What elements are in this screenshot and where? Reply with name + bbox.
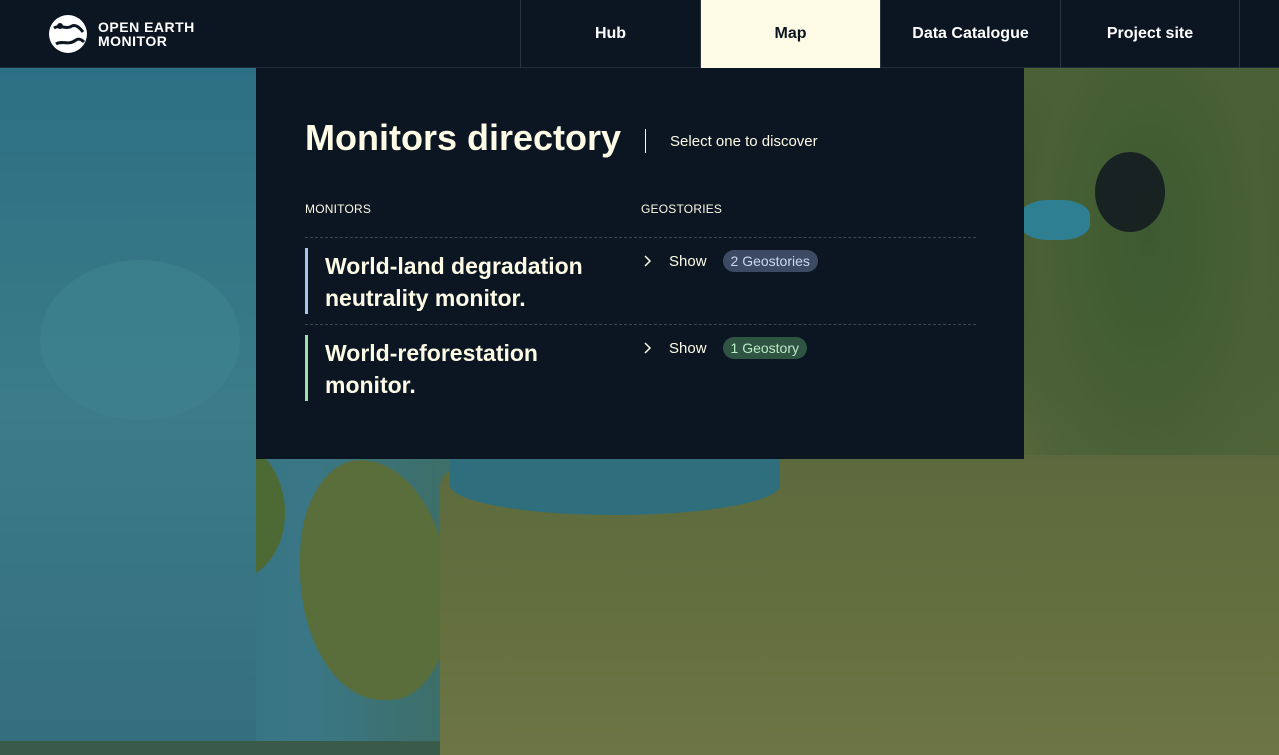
geostories-toggle[interactable]: Show 2 Geostories [641, 250, 818, 272]
logo-line-2: MONITOR [98, 33, 168, 49]
monitor-accent-bar [305, 248, 308, 314]
show-geostories-label[interactable]: Show [669, 340, 707, 357]
panel-subtitle: Select one to discover [670, 132, 818, 150]
map-britain [300, 460, 450, 700]
top-navigation-bar: OPEN EARTH MONITOR Hub Map Data Catalogu… [0, 0, 1279, 68]
logo-line-1: OPEN EARTH [98, 19, 195, 35]
chevron-right-icon [644, 342, 652, 354]
geostories-toggle[interactable]: Show 1 Geostory [641, 337, 808, 359]
map-ocean-shelf [40, 260, 240, 420]
monitor-row: World-land degradation neutrality monito… [305, 237, 976, 324]
globe-logo-icon [49, 15, 87, 53]
main-nav: Hub Map Data Catalogue Project site [520, 0, 1240, 68]
monitor-row: World-reforestation monitor. Show 1 Geos… [305, 324, 976, 411]
nav-hub[interactable]: Hub [520, 0, 700, 68]
column-header-geostories: GEOSTORIES [641, 202, 723, 216]
panel-title: Monitors directory [305, 117, 622, 158]
map-lake [1095, 152, 1165, 232]
header-divider [645, 129, 647, 153]
open-earth-monitor-logo[interactable]: OPEN EARTH MONITOR [48, 14, 195, 54]
monitor-name-link[interactable]: World-reforestation monitor. [325, 337, 625, 401]
geostories-count-badge: 1 Geostory [722, 337, 808, 359]
map-terrain-north [1020, 68, 1279, 488]
monitors-list: World-land degradation neutrality monito… [305, 237, 976, 411]
panel-header: Monitors directory Select one to discove… [305, 116, 818, 160]
chevron-right-icon [644, 255, 652, 267]
map-north-sea [450, 455, 780, 515]
monitor-accent-bar [305, 335, 308, 401]
monitor-name-link[interactable]: World-land degradation neutrality monito… [325, 250, 625, 314]
geostories-count-badge: 2 Geostories [722, 250, 818, 272]
nav-project-site[interactable]: Project site [1060, 0, 1240, 68]
column-header-monitors: MONITORS [305, 202, 372, 216]
map-sea-inlet [1020, 200, 1090, 240]
monitors-directory-panel: Monitors directory Select one to discove… [256, 68, 1024, 459]
logo-text: OPEN EARTH MONITOR [98, 20, 195, 48]
nav-map[interactable]: Map [700, 0, 880, 68]
nav-data-catalogue[interactable]: Data Catalogue [880, 0, 1060, 68]
show-geostories-label[interactable]: Show [669, 253, 707, 270]
